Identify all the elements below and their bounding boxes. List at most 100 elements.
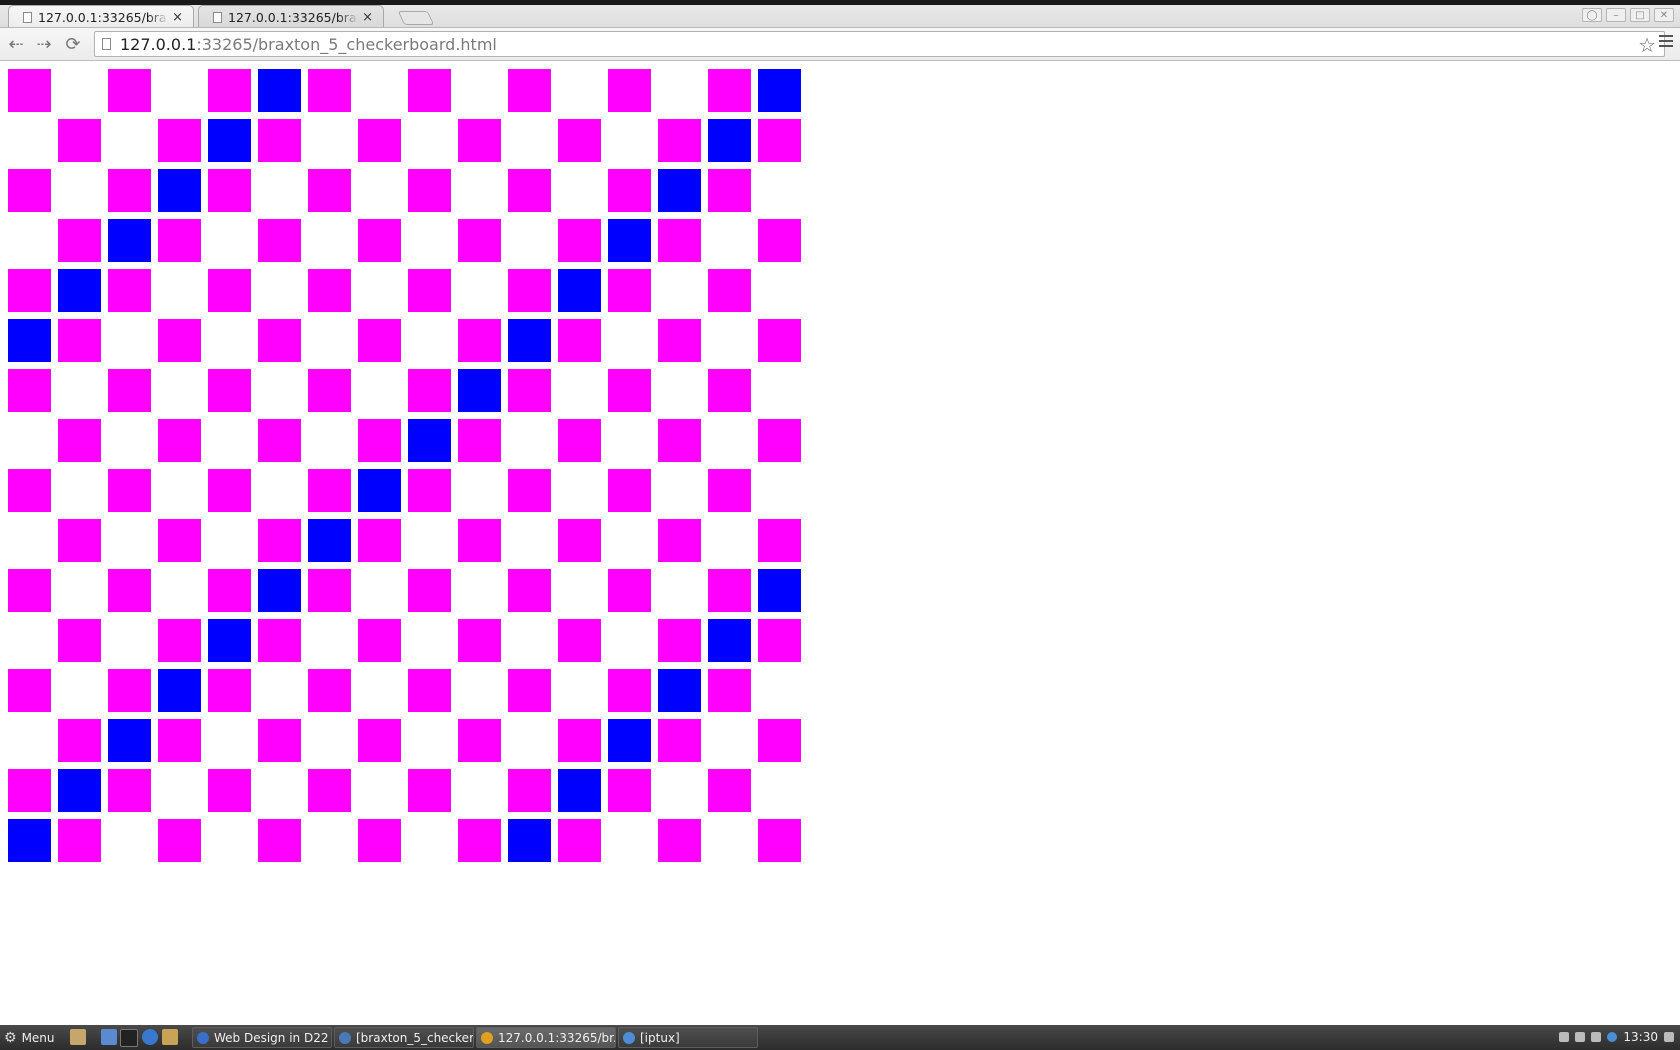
magenta-square xyxy=(758,619,801,662)
empty-square xyxy=(658,569,701,612)
terminal-launcher-icon[interactable] xyxy=(120,1029,138,1047)
tab-close-icon[interactable]: × xyxy=(362,10,373,25)
magenta-square xyxy=(258,319,301,362)
magenta-square xyxy=(158,419,201,462)
empty-square xyxy=(358,69,401,112)
empty-square xyxy=(358,269,401,312)
magenta-square xyxy=(58,719,101,762)
magenta-square xyxy=(8,369,51,412)
close-window-icon[interactable]: ✕ xyxy=(1654,8,1674,22)
magenta-square xyxy=(358,119,401,162)
magenta-square xyxy=(308,269,351,312)
empty-square xyxy=(158,569,201,612)
magenta-square xyxy=(258,419,301,462)
taskbar-item-label: [braxton_5_checker... xyxy=(356,1030,474,1045)
user-profile-icon[interactable]: ◯ xyxy=(1582,8,1602,22)
taskbar-item[interactable]: [braxton_5_checker... xyxy=(334,1027,474,1048)
magenta-square xyxy=(758,319,801,362)
blue-square xyxy=(158,169,201,212)
magenta-square xyxy=(358,819,401,862)
magenta-square xyxy=(158,319,201,362)
empty-square xyxy=(508,119,551,162)
empty-square xyxy=(208,219,251,262)
folder-launcher-icon[interactable] xyxy=(162,1029,178,1045)
clock[interactable]: 13:30 xyxy=(1623,1030,1658,1044)
address-bar[interactable]: 127.0.0.1:33265/braxton_5_checkerboard.h… xyxy=(94,31,1665,57)
empty-square xyxy=(308,419,351,462)
update-icon[interactable] xyxy=(1607,1032,1618,1042)
magenta-square xyxy=(208,169,251,212)
blue-square xyxy=(458,369,501,412)
screenshot-launcher-icon[interactable] xyxy=(101,1029,117,1045)
empty-square xyxy=(508,619,551,662)
magenta-square xyxy=(108,769,151,812)
page-viewport xyxy=(0,61,1680,1025)
globe-icon xyxy=(197,1031,209,1044)
reload-icon[interactable]: ⟳ xyxy=(61,33,85,55)
bookmark-star-icon[interactable]: ☆ xyxy=(1638,33,1656,57)
empty-square xyxy=(108,819,151,862)
magenta-square xyxy=(108,369,151,412)
empty-square xyxy=(458,269,501,312)
maximize-icon[interactable]: □ xyxy=(1630,8,1650,22)
empty-square xyxy=(408,819,451,862)
magenta-square xyxy=(208,669,251,712)
url-path: :33265/braxton_5_checkerboard.html xyxy=(196,35,497,54)
magenta-square xyxy=(408,469,451,512)
browser-launcher-icon[interactable] xyxy=(142,1029,158,1045)
empty-square xyxy=(308,219,351,262)
empty-square xyxy=(8,419,51,462)
magenta-square xyxy=(308,669,351,712)
empty-square xyxy=(358,569,401,612)
magenta-square xyxy=(258,519,301,562)
back-arrow-icon[interactable]: ⇠ xyxy=(4,33,28,55)
empty-square xyxy=(658,469,701,512)
browser-tab[interactable]: 127.0.0.1:33265/braxton_5_checkerboard.h… xyxy=(198,5,384,27)
magenta-square xyxy=(208,269,251,312)
empty-square xyxy=(208,419,251,462)
empty-square xyxy=(608,619,651,662)
magenta-square xyxy=(8,669,51,712)
volume-icon[interactable] xyxy=(1591,1032,1602,1042)
hamburger-menu-icon[interactable] xyxy=(1659,35,1673,50)
empty-square xyxy=(558,569,601,612)
magenta-square xyxy=(708,169,751,212)
tab-close-icon[interactable]: × xyxy=(172,10,183,25)
empty-square xyxy=(758,369,801,412)
magenta-square xyxy=(58,119,101,162)
empty-square xyxy=(408,719,451,762)
magenta-square xyxy=(358,419,401,462)
magenta-square xyxy=(408,669,451,712)
blue-square xyxy=(58,769,101,812)
url-text[interactable]: 127.0.0.1:33265/braxton_5_checkerboard.h… xyxy=(120,35,497,54)
magenta-square xyxy=(708,669,751,712)
magenta-square xyxy=(8,269,51,312)
forward-arrow-icon[interactable]: ⇢ xyxy=(32,33,56,55)
magenta-square xyxy=(58,319,101,362)
empty-square xyxy=(258,769,301,812)
taskbar-item[interactable]: Web Design in D22 -... xyxy=(192,1027,332,1048)
blue-square xyxy=(8,319,51,362)
taskbar-item[interactable]: [iptux] xyxy=(618,1027,758,1048)
file-manager-launcher-icon[interactable] xyxy=(70,1029,86,1045)
minimize-icon[interactable]: – xyxy=(1606,8,1626,22)
blue-square xyxy=(758,69,801,112)
empty-square xyxy=(8,519,51,562)
magenta-square xyxy=(458,319,501,362)
new-tab-button[interactable] xyxy=(397,11,435,25)
magenta-square xyxy=(308,69,351,112)
browser-tab-active[interactable]: 127.0.0.1:33265/braxton_5_checkerboard.h… xyxy=(8,5,194,27)
taskbar-item-active[interactable]: 127.0.0.1:33265/br... xyxy=(476,1027,616,1048)
user-icon[interactable] xyxy=(1559,1032,1570,1042)
empty-square xyxy=(58,469,101,512)
show-desktop-icon[interactable] xyxy=(1664,1032,1674,1042)
magenta-square xyxy=(658,419,701,462)
network-icon[interactable] xyxy=(1575,1032,1586,1042)
empty-square xyxy=(258,669,301,712)
magenta-square xyxy=(708,569,751,612)
magenta-square xyxy=(258,219,301,262)
url-host: 127.0.0.1 xyxy=(120,35,197,54)
magenta-square xyxy=(8,469,51,512)
blue-square xyxy=(108,219,151,262)
start-menu-button[interactable]: ⚙ Menu xyxy=(4,1030,55,1046)
